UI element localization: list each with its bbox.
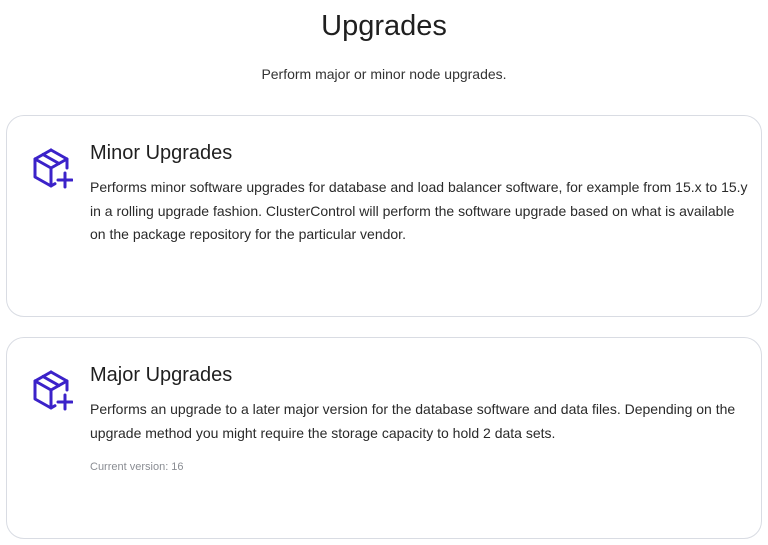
package-plus-icon (29, 368, 74, 412)
page-title: Upgrades (321, 10, 447, 42)
major-upgrades-description: Performs an upgrade to a later major ver… (90, 401, 736, 441)
major-upgrades-title: Major Upgrades (90, 364, 233, 386)
minor-upgrades-card[interactable]: Minor Upgrades Performs minor software u… (6, 115, 762, 317)
page-subtitle: Perform major or minor node upgrades. (261, 66, 507, 82)
current-version-label: Current version: 16 (90, 461, 184, 473)
minor-upgrades-description: Performs minor software upgrades for dat… (90, 179, 748, 242)
major-upgrades-card[interactable]: Major Upgrades Performs an upgrade to a … (6, 337, 762, 539)
minor-upgrades-title: Minor Upgrades (90, 142, 233, 164)
package-plus-icon (29, 146, 74, 190)
